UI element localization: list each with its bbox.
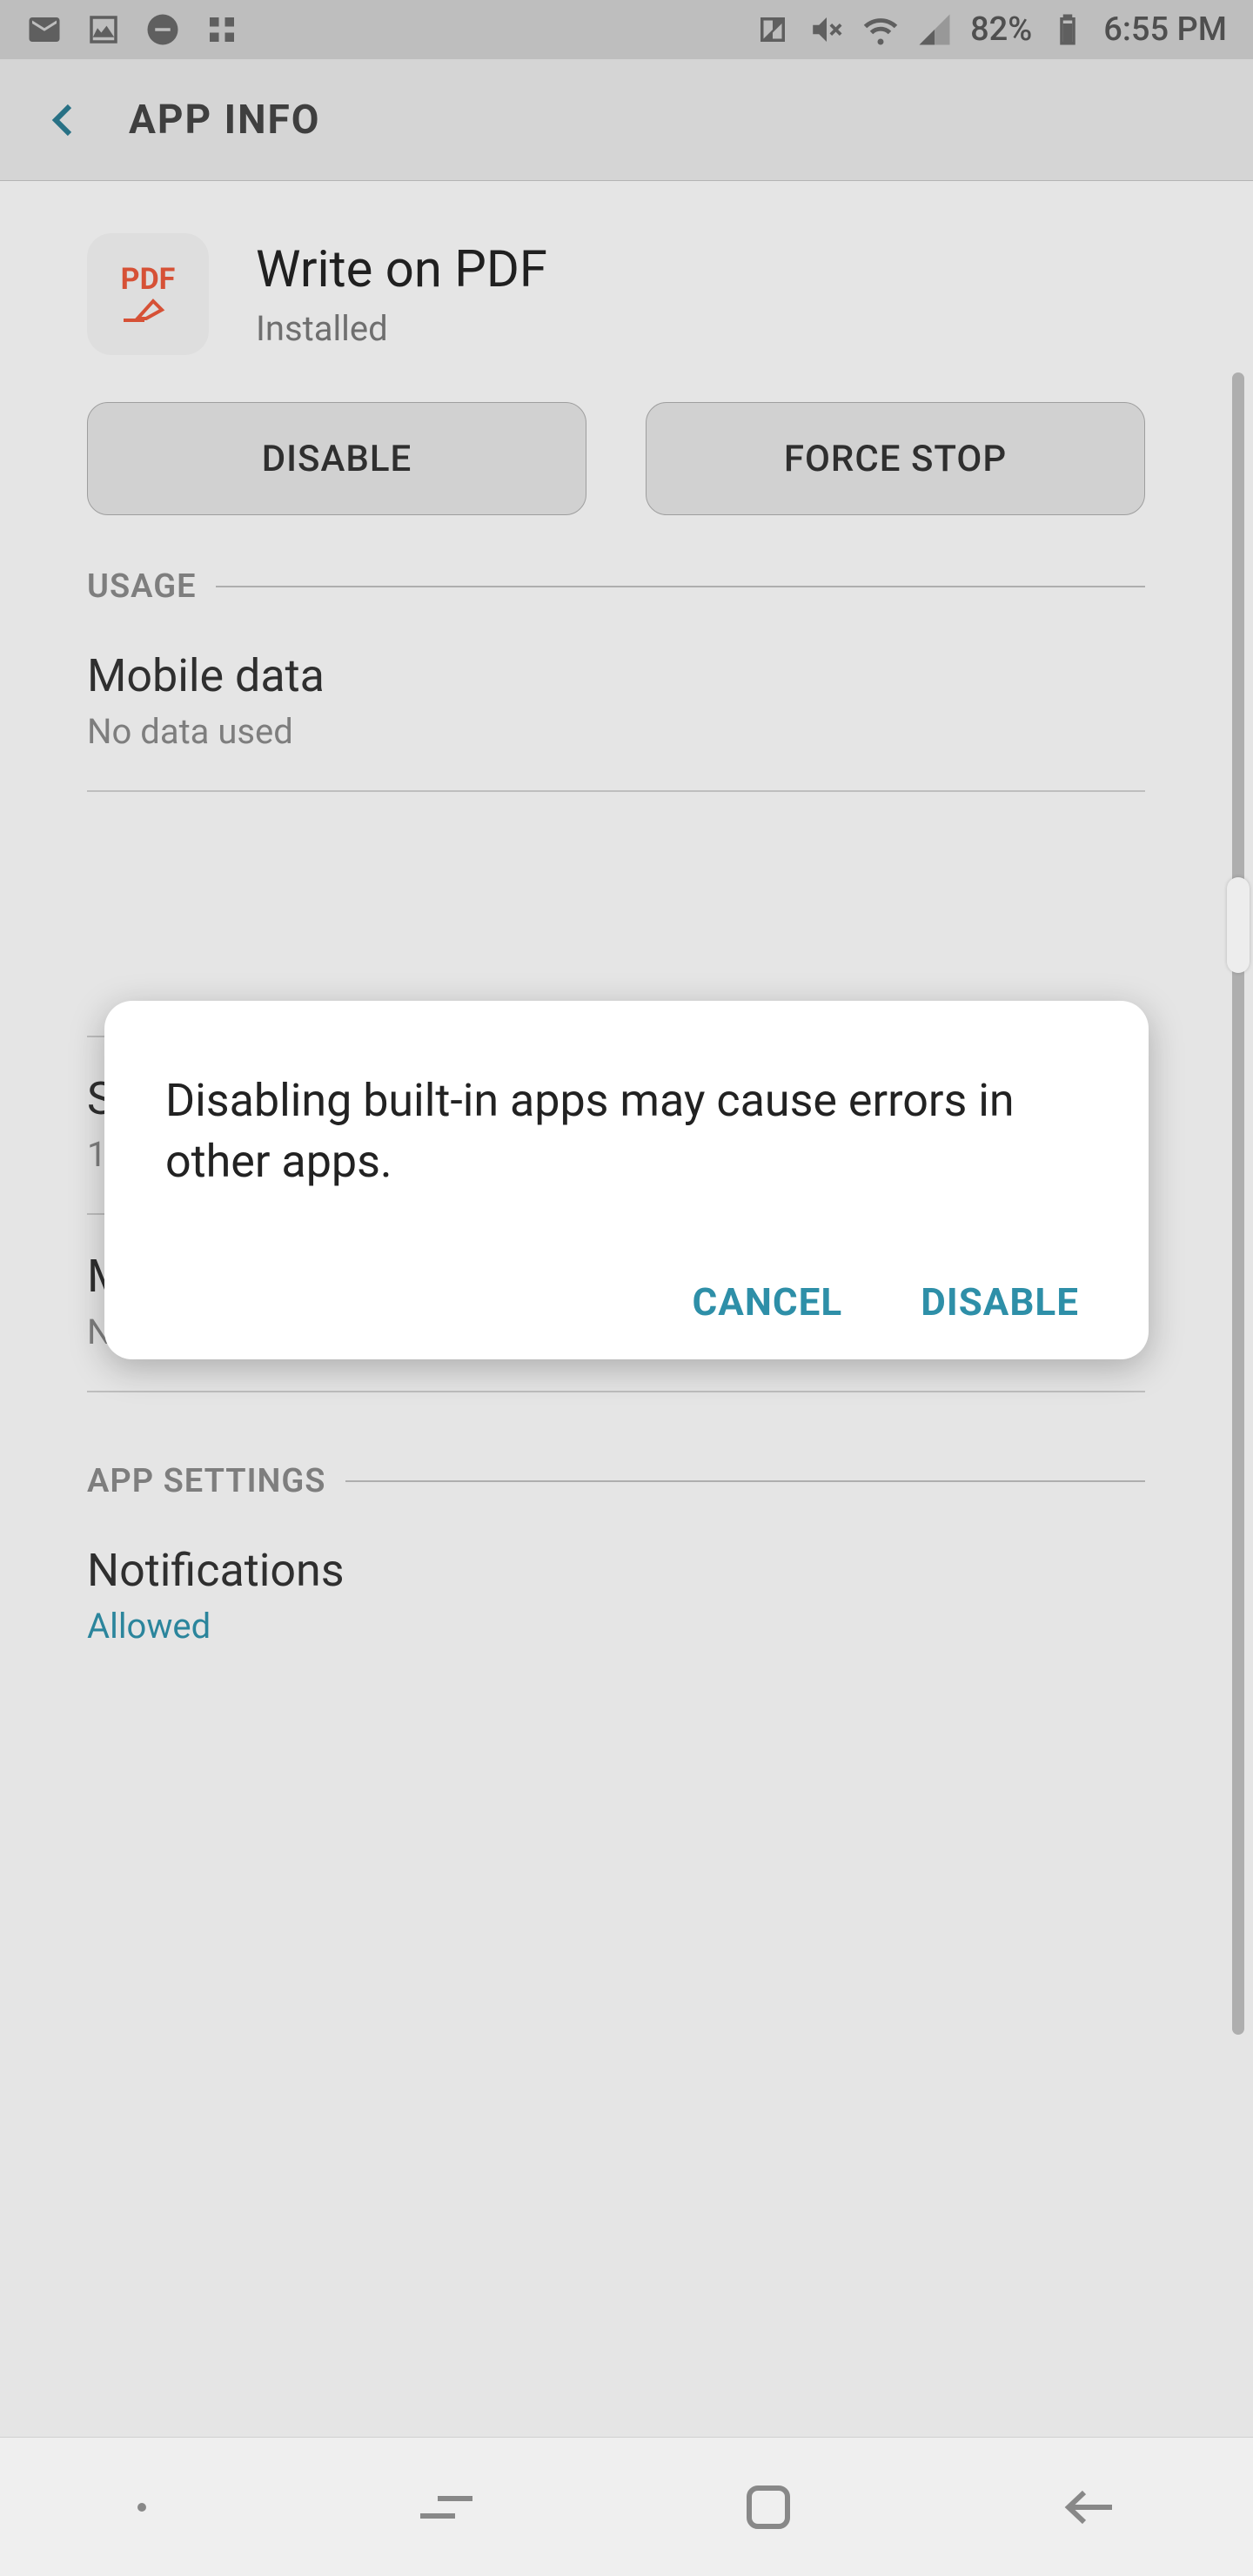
dialog-disable-button[interactable]: DISABLE <box>921 1279 1079 1325</box>
dialog: Disabling built-in apps may cause errors… <box>104 1001 1149 1359</box>
recents-icon[interactable] <box>416 2485 477 2529</box>
back-nav-icon[interactable] <box>1060 2485 1121 2529</box>
nav-bar <box>0 2437 1253 2576</box>
dialog-message: Disabling built-in apps may cause errors… <box>165 1070 1088 1192</box>
home-icon[interactable] <box>742 2481 794 2533</box>
dialog-cancel-button[interactable]: CANCEL <box>692 1279 842 1325</box>
nav-dot-icon <box>133 2499 151 2516</box>
